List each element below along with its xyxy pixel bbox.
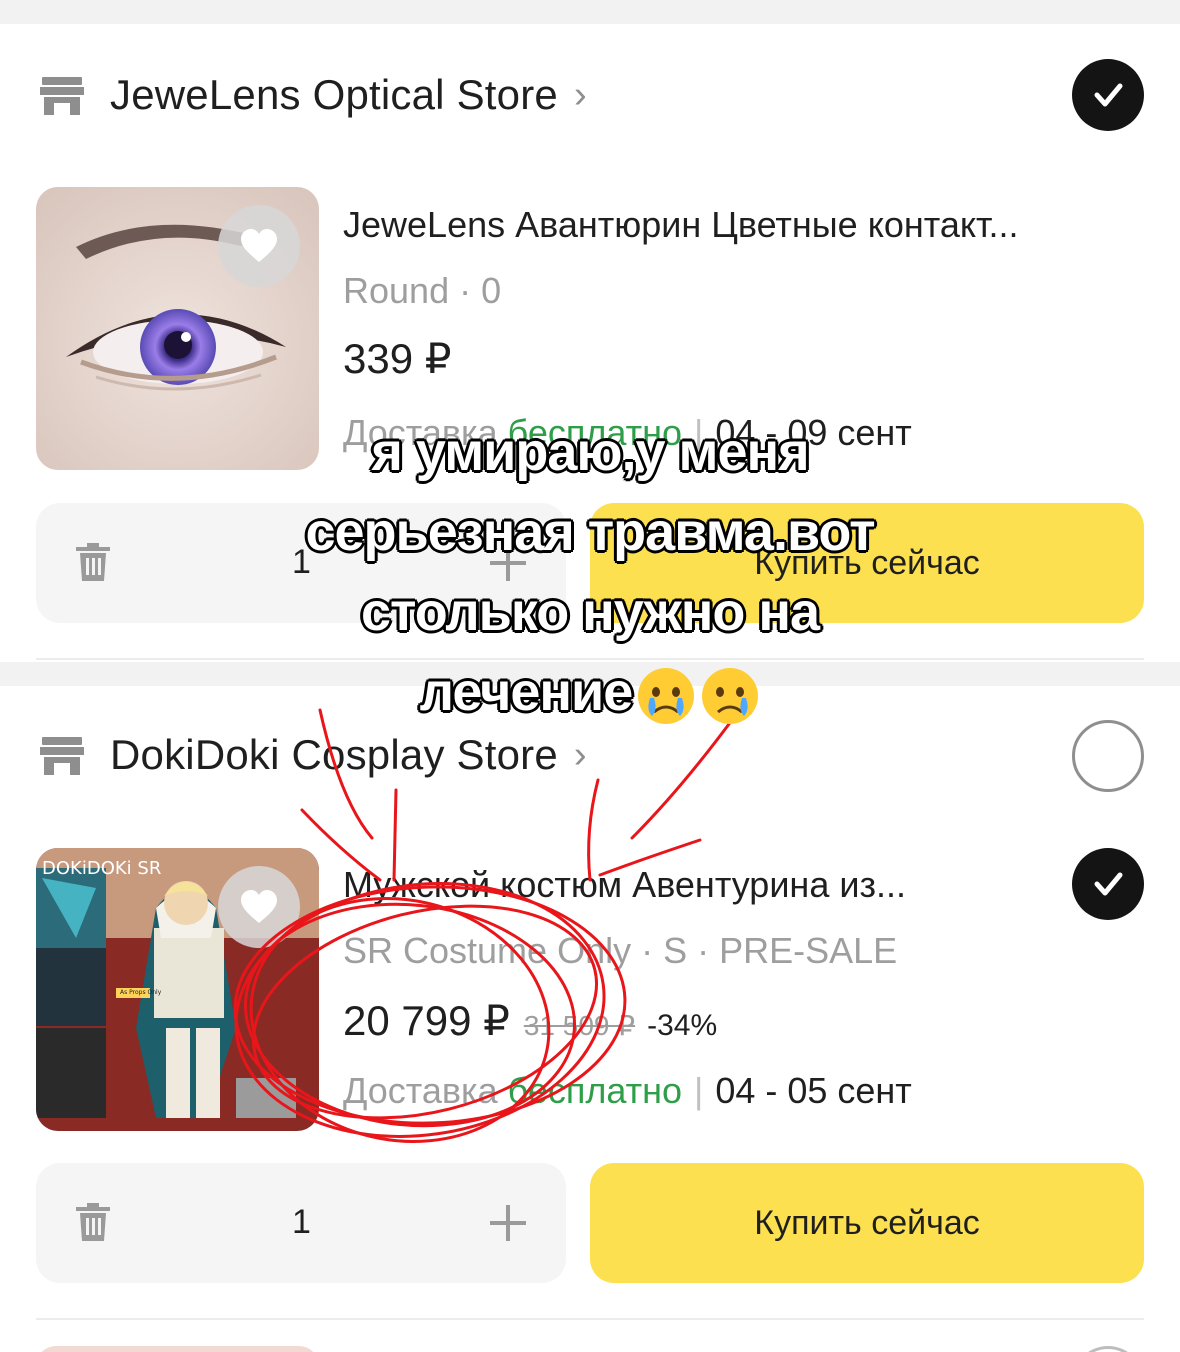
caption-line: серьезная травма.вот	[305, 502, 875, 562]
store-name[interactable]: JeweLens Optical Store	[110, 71, 558, 119]
item-select-checkbox[interactable]	[1072, 848, 1144, 920]
crying-face-emoji	[638, 667, 695, 724]
favorite-button[interactable]	[218, 205, 300, 287]
next-product-image[interactable]	[36, 1346, 319, 1352]
quantity-stepper: 1	[36, 1163, 566, 1283]
plus-icon[interactable]	[488, 1203, 528, 1243]
checkmark-icon	[1094, 83, 1123, 107]
caption-line: лечение	[419, 662, 634, 722]
divider	[36, 1318, 1144, 1320]
chevron-right-icon[interactable]: ›	[574, 734, 587, 777]
heart-icon	[241, 890, 277, 923]
delivery-dates: 04 - 05 сент	[715, 1070, 912, 1111]
buy-now-button[interactable]: Купить сейчас	[590, 1163, 1144, 1283]
product-title[interactable]: JeweLens Авантюрин Цветные контакт...	[343, 204, 1019, 246]
store-select-checkbox[interactable]	[1072, 59, 1144, 131]
next-store-checkbox[interactable]	[1072, 1346, 1144, 1352]
product-old-price: 31 509 ₽	[523, 1010, 636, 1041]
store-icon	[40, 737, 84, 775]
quantity-value[interactable]: 1	[292, 1203, 311, 1242]
product-image-costume[interactable]: DOKiDOKi SR As Props Only	[36, 848, 319, 1131]
chevron-right-icon[interactable]: ›	[574, 74, 587, 117]
delivery-free: бесплатно	[507, 1070, 682, 1111]
product-variant[interactable]: Round · 0	[343, 270, 501, 312]
product-variant[interactable]: SR Costume Only · S · PRE-SALE	[343, 930, 897, 972]
delivery-info: Доставка бесплатно | 04 - 05 сент	[343, 1070, 912, 1112]
checkmark-icon	[1094, 872, 1123, 896]
section-gap-top	[0, 0, 1180, 24]
discount-badge: -34%	[647, 1009, 718, 1042]
product-price: 20 799 ₽	[343, 997, 510, 1044]
image-brand-text: DOKiDOKi SR	[42, 858, 161, 879]
product-price: 339 ₽	[343, 335, 452, 382]
meme-caption: я умираю,у меня серьезная травма.вот сто…	[200, 412, 980, 732]
store-icon	[40, 77, 84, 115]
heart-icon	[241, 229, 277, 262]
delivery-separator: |	[693, 1070, 704, 1111]
caption-line: я умираю,у меня	[371, 422, 809, 482]
delivery-label: Доставка	[343, 1070, 498, 1111]
trash-icon[interactable]	[76, 543, 110, 581]
store-name[interactable]: DokiDoki Cosplay Store	[110, 731, 558, 779]
store-select-checkbox[interactable]	[1072, 720, 1144, 792]
product-price-row: 20 799 ₽ 31 509 ₽ -34%	[343, 996, 717, 1045]
trash-icon[interactable]	[76, 1203, 110, 1241]
crying-face-emoji	[702, 667, 759, 724]
product-title[interactable]: Мужской костюм Авентурина из...	[343, 864, 906, 906]
favorite-button[interactable]	[218, 866, 300, 948]
store-header-jewelens[interactable]: JeweLens Optical Store ›	[40, 60, 587, 130]
caption-line: столько нужно на	[360, 582, 820, 642]
image-caption: As Props Only	[120, 989, 162, 996]
caption-line-last: лечение	[200, 652, 980, 732]
